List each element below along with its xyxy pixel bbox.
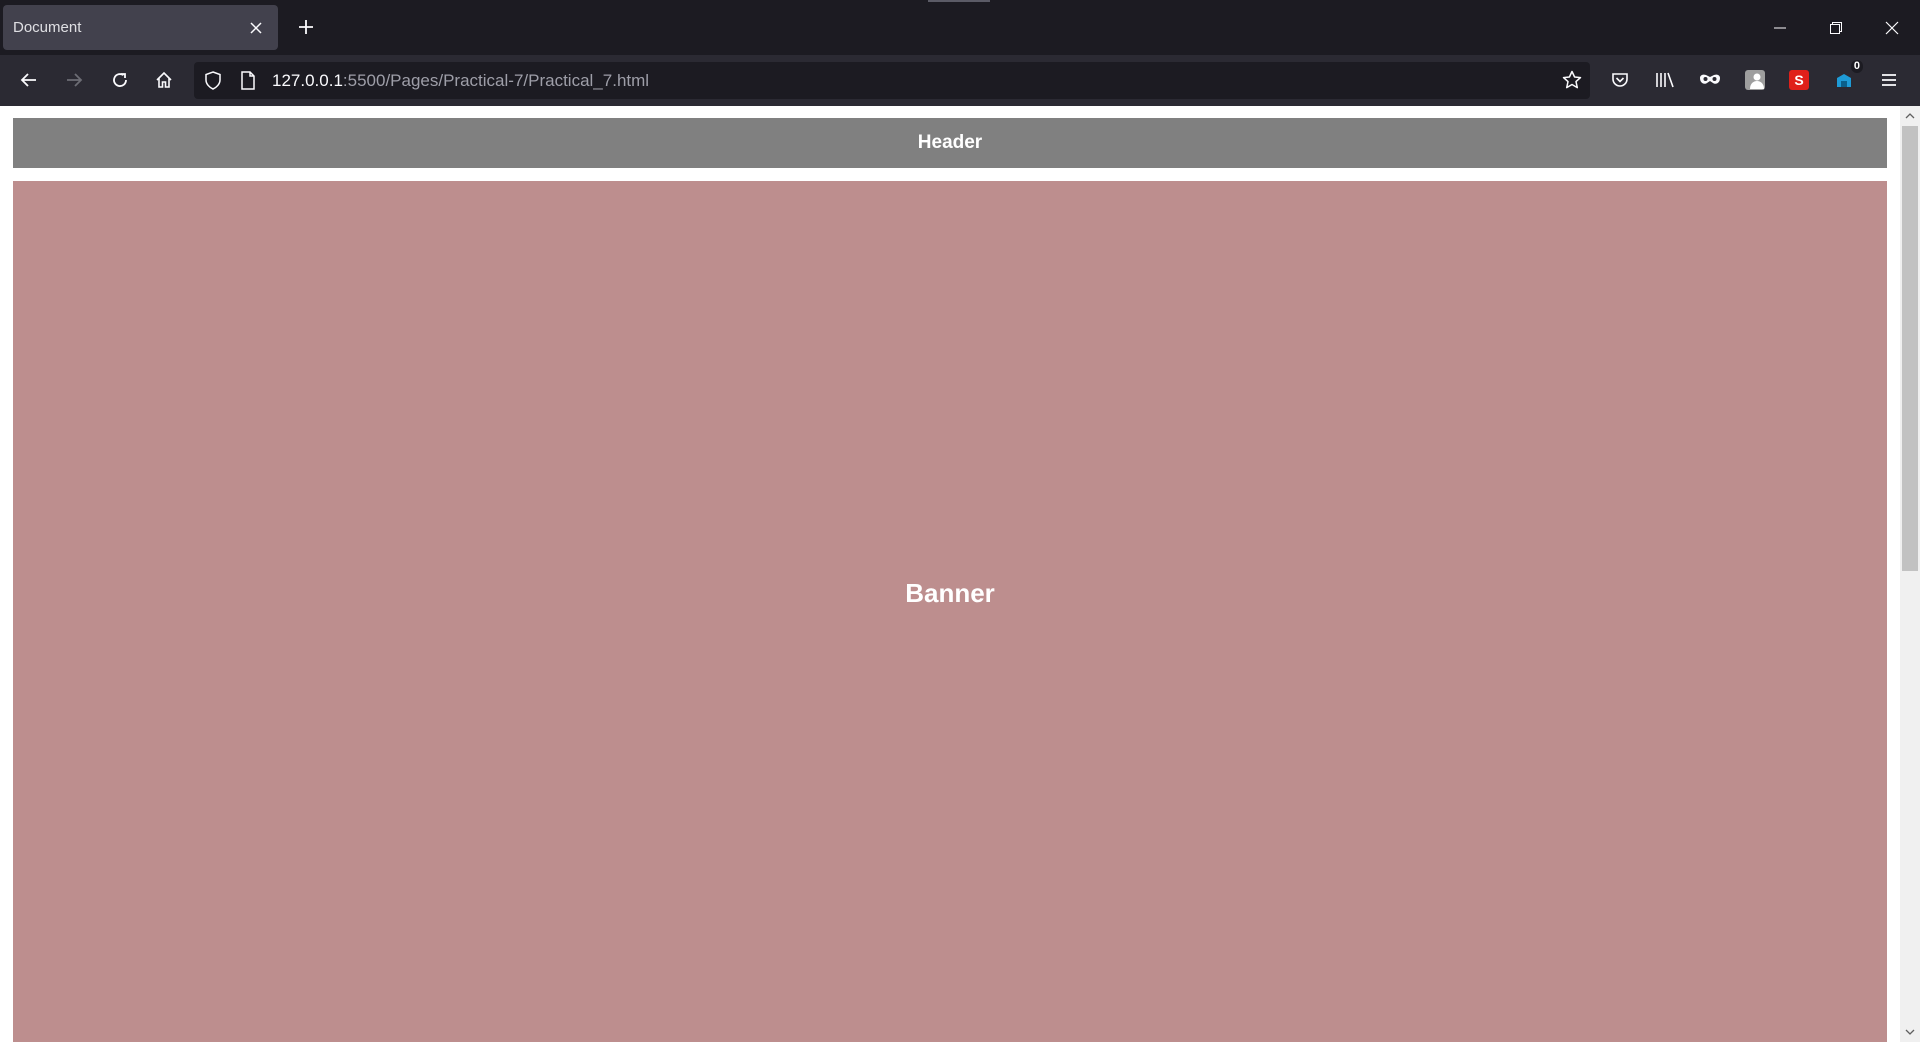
tab-title: Document	[13, 19, 82, 36]
menu-button[interactable]	[1872, 63, 1906, 97]
url-path: :5500/Pages/Practical-7/Practical_7.html	[342, 71, 650, 90]
drag-indicator[interactable]	[928, 0, 990, 2]
reload-button[interactable]	[103, 63, 137, 97]
s-extension-button[interactable]: S	[1782, 63, 1816, 97]
forward-button[interactable]	[57, 63, 91, 97]
counter-extension-button[interactable]: 0	[1827, 60, 1863, 97]
extension-avatar-button[interactable]	[1738, 63, 1772, 97]
url-host: 127.0.0.1	[272, 71, 343, 90]
extension-avatar-icon	[1745, 70, 1765, 90]
scroll-up-arrow[interactable]	[1900, 106, 1920, 126]
library-icon	[1656, 72, 1674, 88]
plus-icon	[299, 20, 313, 34]
hamburger-menu-icon	[1882, 74, 1896, 86]
forward-arrow-icon	[67, 73, 83, 87]
restore-button[interactable]	[1808, 0, 1864, 55]
url-text[interactable]: 127.0.0.1:5500/Pages/Practical-7/Practic…	[272, 62, 649, 99]
new-tab-button[interactable]	[290, 11, 322, 43]
tab-document[interactable]: Document	[3, 5, 278, 50]
home-button[interactable]	[147, 63, 181, 97]
vertical-scrollbar[interactable]	[1900, 106, 1920, 1042]
star-icon[interactable]	[1562, 70, 1582, 95]
counter-extension-icon	[1837, 74, 1851, 87]
page-banner: Banner	[13, 181, 1887, 1042]
private-mask-button[interactable]	[1693, 63, 1727, 97]
home-icon	[156, 71, 172, 88]
page-icon[interactable]	[240, 71, 256, 95]
minimize-icon	[1774, 27, 1786, 28]
library-button[interactable]	[1648, 63, 1682, 97]
page-header: Header	[13, 118, 1887, 168]
pocket-icon	[1612, 73, 1628, 87]
window-controls	[1752, 0, 1920, 55]
reload-icon	[113, 73, 127, 87]
url-bar[interactable]: 127.0.0.1:5500/Pages/Practical-7/Practic…	[194, 62, 1590, 99]
minimize-button[interactable]	[1752, 0, 1808, 55]
chevron-up-icon	[1905, 113, 1915, 119]
page-viewport: Header Banner	[0, 106, 1920, 1042]
svg-text:S: S	[1794, 72, 1803, 88]
chevron-down-icon	[1905, 1029, 1915, 1035]
close-icon	[1885, 21, 1899, 34]
page-header-text: Header	[917, 132, 983, 153]
pocket-button[interactable]	[1603, 63, 1637, 97]
page-banner-text: Banner	[905, 578, 995, 608]
scroll-thumb[interactable]	[1902, 126, 1918, 571]
navigation-bar: 127.0.0.1:5500/Pages/Practical-7/Practic…	[0, 55, 1920, 106]
extension-badge: 0	[1850, 60, 1863, 73]
restore-icon	[1830, 21, 1842, 34]
close-window-button[interactable]	[1864, 0, 1920, 55]
shield-icon[interactable]	[204, 71, 222, 95]
s-extension-icon: S	[1789, 70, 1809, 90]
back-button[interactable]	[12, 63, 46, 97]
scroll-down-arrow[interactable]	[1900, 1022, 1920, 1042]
tab-close-icon[interactable]	[244, 16, 268, 40]
mask-icon	[1700, 74, 1720, 84]
back-arrow-icon	[20, 73, 36, 87]
tab-strip: Document	[0, 0, 1920, 55]
